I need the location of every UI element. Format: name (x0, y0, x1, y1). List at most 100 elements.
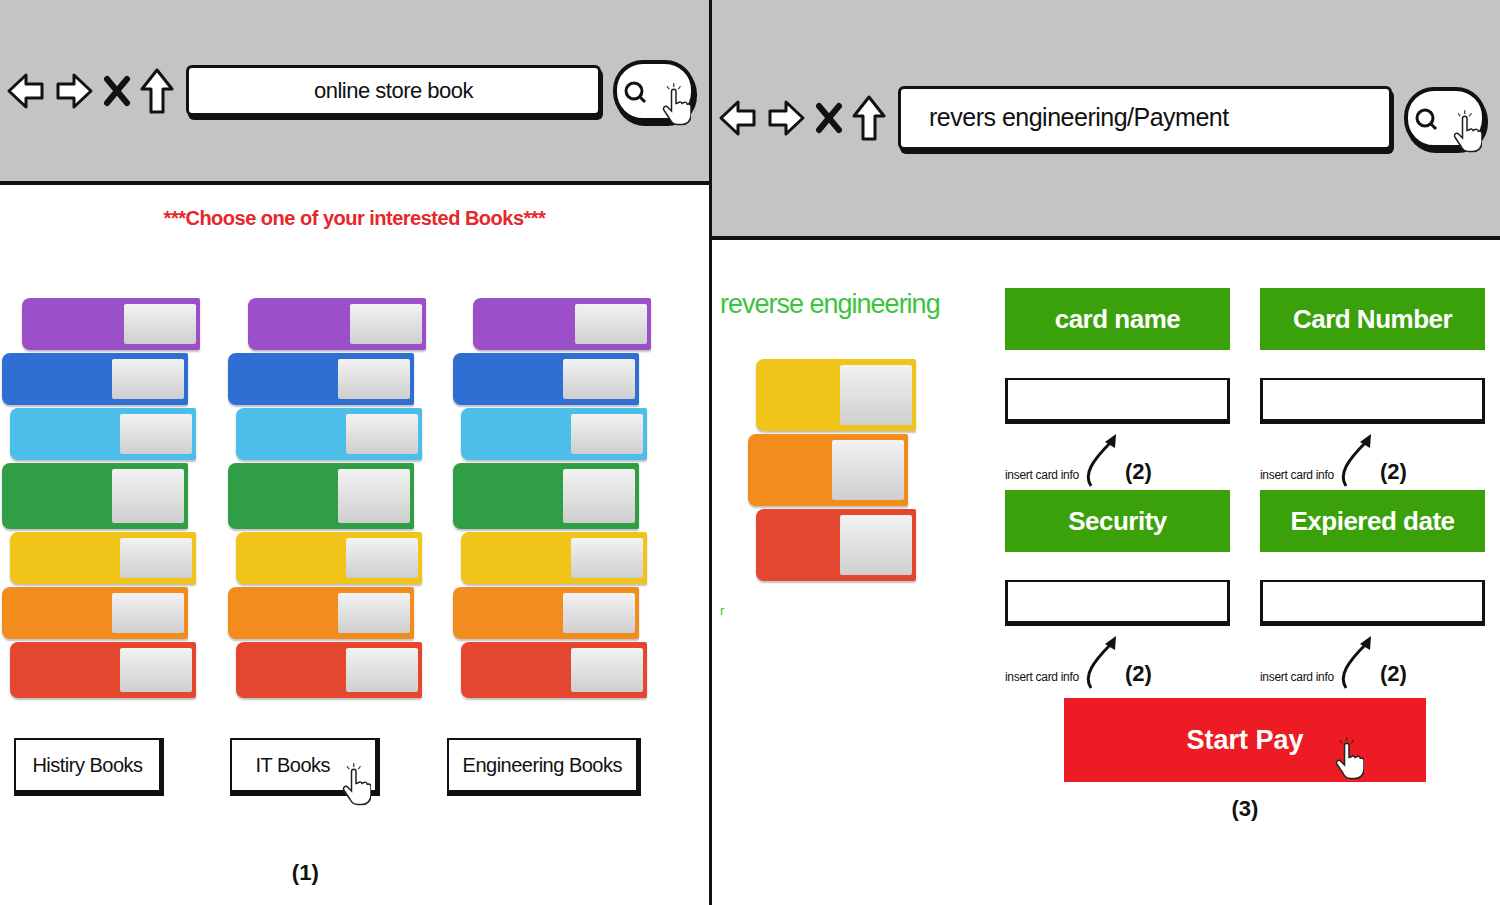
book (236, 642, 422, 698)
book (228, 353, 414, 405)
book (236, 408, 422, 460)
start-pay-button[interactable]: Start Pay (1064, 698, 1426, 782)
book (10, 408, 196, 460)
book (22, 298, 200, 350)
curved-arrow-icon (1083, 632, 1121, 692)
category-buttons: Histiry Books IT Books (1) Engineering Book… (0, 738, 709, 889)
book (461, 532, 647, 584)
category-label: Engineering Books (463, 750, 622, 780)
category-button[interactable]: Engineering Books (447, 738, 641, 796)
product-title: reverse engineering (720, 288, 980, 320)
step-number: (3) (1232, 792, 1259, 825)
card-field: Card Number insert card info (2) (1260, 288, 1485, 490)
book (2, 587, 188, 639)
curved-arrow-icon (1083, 430, 1121, 490)
search-button[interactable] (613, 60, 695, 122)
annotation-hint: insert card info (1005, 668, 1079, 692)
book-images (0, 295, 709, 698)
button-label: Start Pay (1186, 725, 1303, 755)
category-button[interactable]: IT Books (230, 738, 380, 796)
stop-x-icon[interactable] (102, 71, 132, 111)
book (461, 642, 647, 698)
step-number: (2) (1380, 657, 1407, 692)
book-stack-image (2, 295, 198, 698)
book (10, 532, 196, 584)
book (473, 298, 651, 350)
browser-toolbar: online store book (0, 0, 709, 185)
forward-arrow-icon[interactable] (54, 71, 94, 111)
home-arrow-icon[interactable] (852, 94, 886, 142)
book (228, 463, 414, 529)
card-field: Security insert card info (2) (1005, 490, 1230, 692)
nav-icons (718, 94, 886, 142)
curved-arrow-icon (1338, 632, 1376, 692)
category-label: IT Books (256, 750, 353, 780)
step-number: (2) (1125, 455, 1152, 490)
address-text: online store book (314, 74, 473, 107)
book-stack-image (228, 295, 424, 698)
book (461, 408, 647, 460)
search-button[interactable] (1404, 87, 1486, 149)
hand-cursor-icon (661, 82, 691, 128)
back-arrow-icon[interactable] (6, 71, 46, 111)
hand-cursor-icon (341, 762, 371, 808)
category-button[interactable]: Histiry Books (14, 738, 164, 796)
forward-arrow-icon[interactable] (766, 98, 806, 138)
store-browser-window: online store book ***Choose one of your … (0, 0, 712, 905)
card-field: card name insert card info (2) (1005, 288, 1230, 490)
step-number: (1) (292, 856, 319, 889)
book (756, 359, 916, 431)
field-label: Card Number (1260, 288, 1485, 350)
book (453, 587, 639, 639)
stray-text: r (720, 601, 980, 621)
field-label: Expiered date (1260, 490, 1485, 552)
step-number: (2) (1380, 455, 1407, 490)
payment-browser-window: revers engineering/Payment reverse engin… (712, 0, 1500, 905)
category-column: Histiry Books (14, 738, 164, 796)
book (756, 509, 916, 581)
book-image (748, 356, 918, 581)
hand-cursor-icon (1452, 109, 1482, 155)
page-heading: ***Choose one of your interested Books**… (0, 203, 709, 233)
annotation: insert card info (2) (1005, 626, 1230, 692)
curved-arrow-icon (1338, 430, 1376, 490)
home-arrow-icon[interactable] (140, 67, 174, 115)
card-field: Expiered date insert card info (2) (1260, 490, 1485, 692)
address-bar[interactable]: online store book (186, 65, 601, 116)
nav-icons (6, 67, 174, 115)
book-stack-image (453, 295, 649, 698)
annotation: insert card info (2) (1005, 424, 1230, 490)
card-form: card name insert card info (2) Card Number i… (1005, 288, 1485, 692)
text-input[interactable] (1260, 580, 1485, 626)
book (453, 353, 639, 405)
address-text: revers engineering/Payment (929, 99, 1229, 137)
browser-toolbar: revers engineering/Payment (712, 0, 1500, 240)
hand-cursor-icon (1334, 736, 1364, 782)
category-label: Histiry Books (32, 750, 142, 780)
text-input[interactable] (1260, 378, 1485, 424)
category-column: Engineering Books (447, 738, 641, 796)
annotation-hint: insert card info (1005, 466, 1079, 490)
book (2, 353, 188, 405)
field-label: card name (1005, 288, 1230, 350)
text-input[interactable] (1005, 580, 1230, 626)
search-icon (1414, 107, 1440, 133)
search-icon (623, 80, 649, 106)
stop-x-icon[interactable] (814, 98, 844, 138)
annotation: insert card info (2) (1260, 626, 1485, 692)
book (748, 434, 908, 506)
book (10, 642, 196, 698)
annotation-hint: insert card info (1260, 466, 1334, 490)
book (2, 463, 188, 529)
book (248, 298, 426, 350)
text-input[interactable] (1005, 378, 1230, 424)
book (228, 587, 414, 639)
category-column: IT Books (1) (230, 738, 380, 889)
annotation-hint: insert card info (1260, 668, 1334, 692)
address-bar[interactable]: revers engineering/Payment (898, 86, 1392, 150)
book (236, 532, 422, 584)
book (453, 463, 639, 529)
field-label: Security (1005, 490, 1230, 552)
back-arrow-icon[interactable] (718, 98, 758, 138)
step-number: (2) (1125, 657, 1152, 692)
